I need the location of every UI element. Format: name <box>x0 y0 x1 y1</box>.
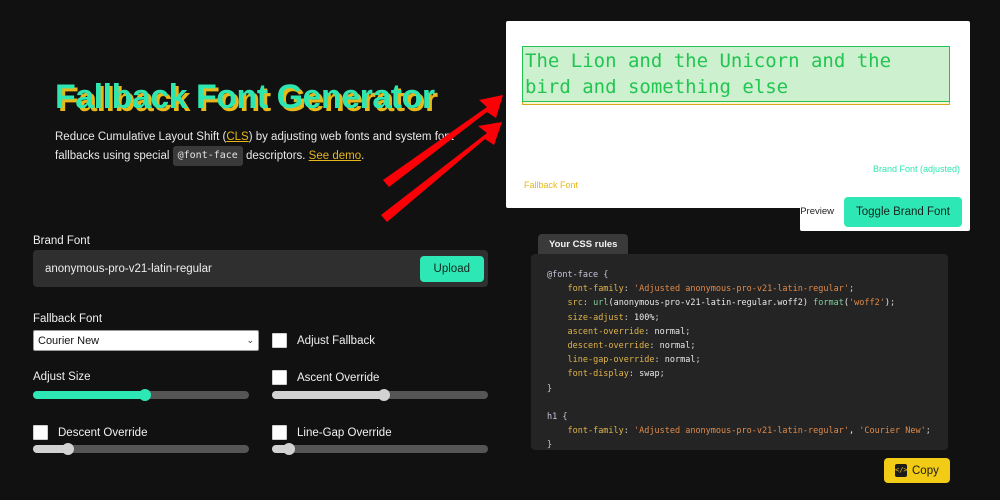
preview-brand-tag: Brand Font (adjusted) <box>872 164 960 174</box>
lede-text-4: . <box>361 150 365 162</box>
chevron-down-icon: ⌄ <box>246 335 254 345</box>
copy-button[interactable]: </> Copy <box>884 458 950 483</box>
see-demo-link[interactable]: See demo <box>309 150 361 162</box>
descent-override-slider[interactable] <box>33 443 249 455</box>
adjust-fallback-label: Adjust Fallback <box>297 334 375 347</box>
font-face-chip: @font-face <box>172 146 243 166</box>
brand-font-label: Brand Font <box>33 235 90 247</box>
preview-toolbar: Preview Toggle Brand Font <box>800 192 970 231</box>
preview-fallback-tag: Fallback Font <box>524 180 579 190</box>
adjust-size-label: Adjust Size <box>33 371 91 383</box>
toggle-brand-font-button[interactable]: Toggle Brand Font <box>844 196 962 227</box>
descent-override-row[interactable]: Descent Override <box>33 425 147 440</box>
preview-toolbar-label: Preview <box>800 206 835 217</box>
css-code-block[interactable]: @font-face { font-family: 'Adjusted anon… <box>547 268 932 450</box>
preview-brand-text: The Lion and the Unicorn and the bird an… <box>525 50 892 98</box>
cls-link[interactable]: CLS <box>226 131 248 143</box>
preview-brand-box: The Lion and the Unicorn and the bird an… <box>522 46 950 102</box>
ascent-override-row[interactable]: Ascent Override <box>272 370 379 385</box>
ascent-override-label: Ascent Override <box>297 371 380 384</box>
tab-your-css-rules[interactable]: Your CSS rules <box>538 234 629 255</box>
line-gap-override-label: Line-Gap Override <box>297 426 392 439</box>
brand-font-value[interactable]: anonymous-pro-v21-latin-regular <box>33 263 212 275</box>
adjust-fallback-checkbox[interactable] <box>272 333 287 348</box>
lede-text-3: descriptors. <box>242 150 309 162</box>
page-description: Reduce Cumulative Layout Shift (CLS) by … <box>55 128 455 166</box>
upload-button[interactable]: Upload <box>419 255 484 282</box>
adjust-size-slider[interactable] <box>33 389 249 401</box>
copy-button-label: Copy <box>912 464 939 477</box>
code-clipboard-icon: </> <box>895 464 908 477</box>
app-root: Fallback Font Generator Reduce Cumulativ… <box>0 0 1000 500</box>
lede-text-1: Reduce Cumulative Layout Shift ( <box>55 131 227 143</box>
slider-thumb[interactable] <box>378 389 391 401</box>
preview-panel: The Lion and the Unicorn and the bird an… <box>506 21 970 208</box>
fallback-font-label: Fallback Font <box>33 313 103 325</box>
slider-thumb[interactable] <box>139 389 152 401</box>
fallback-font-value: Courier New <box>38 334 100 347</box>
line-gap-override-row[interactable]: Line-Gap Override <box>272 425 392 440</box>
fallback-font-select[interactable]: Courier New ⌄ <box>33 330 259 351</box>
line-gap-override-slider[interactable] <box>272 443 488 455</box>
descent-override-label: Descent Override <box>58 426 148 439</box>
slider-thumb[interactable] <box>61 443 74 455</box>
slider-fill <box>33 391 146 399</box>
descent-override-checkbox[interactable] <box>33 425 48 440</box>
line-gap-override-checkbox[interactable] <box>272 425 287 440</box>
css-rules-panel: @font-face { font-family: 'Adjusted anon… <box>531 254 948 450</box>
ascent-override-slider[interactable] <box>272 389 488 401</box>
slider-thumb[interactable] <box>283 443 296 455</box>
slider-fill <box>272 391 385 399</box>
brand-font-row: anonymous-pro-v21-latin-regular Upload <box>33 250 488 287</box>
ascent-override-checkbox[interactable] <box>272 370 287 385</box>
page-title: Fallback Font Generator <box>55 78 435 116</box>
adjust-fallback-row[interactable]: Adjust Fallback <box>272 333 375 348</box>
